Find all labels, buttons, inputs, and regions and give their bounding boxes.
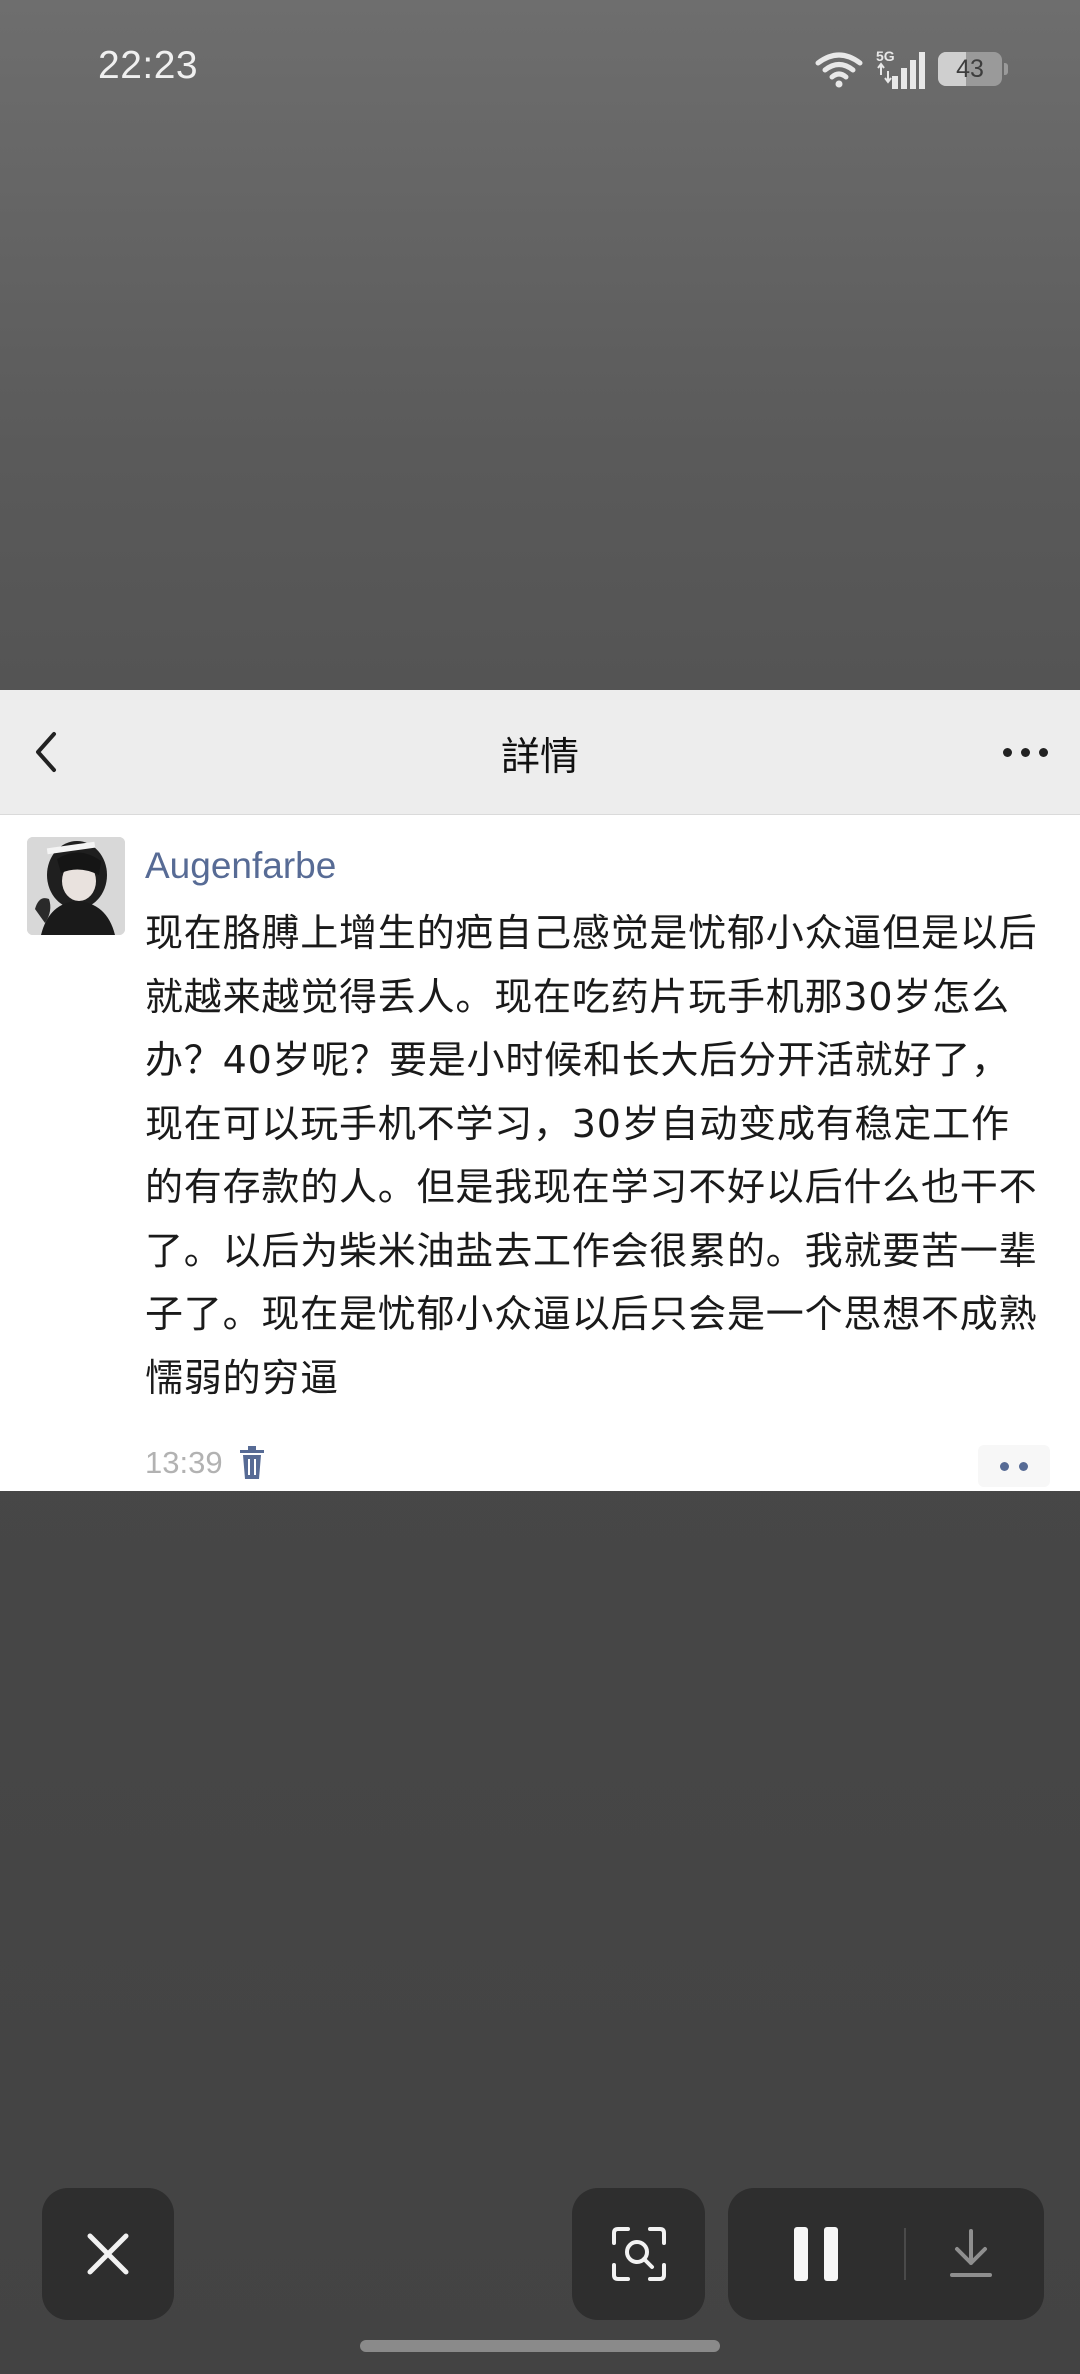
- more-dot: [1020, 747, 1030, 757]
- avatar-image: [27, 837, 125, 935]
- more-dot: [1038, 747, 1048, 757]
- battery-icon: 43: [938, 52, 1008, 86]
- scan-search-icon: [611, 2227, 666, 2281]
- screen-recording-overlay: 22:23 5G 43 詳情 Augenfarbe 现在胳膊上增生的疤自己感觉是…: [0, 0, 1080, 2374]
- wifi-icon: [815, 52, 863, 88]
- cellular-signal-icon: 5G: [876, 48, 925, 89]
- pause-button[interactable]: [728, 2188, 904, 2320]
- nav-header: 詳情: [0, 690, 1080, 815]
- comment-button[interactable]: [978, 1445, 1050, 1487]
- close-icon: [87, 2233, 129, 2275]
- scan-button[interactable]: [572, 2188, 705, 2320]
- status-time: 22:23: [98, 44, 199, 87]
- post-meta: 13:39: [145, 1445, 267, 1481]
- post-content: Augenfarbe 现在胳膊上增生的疤自己感觉是忧郁小众逼但是以后就越来越觉得…: [0, 815, 1080, 1491]
- post-text: 现在胳膊上增生的疤自己感觉是忧郁小众逼但是以后就越来越觉得丢人。现在吃药片玩手机…: [145, 911, 1038, 1400]
- post-time: 13:39: [145, 1445, 223, 1480]
- pause-icon: [794, 2227, 838, 2281]
- home-indicator[interactable]: [360, 2340, 720, 2352]
- status-icons: 5G 43: [814, 44, 1008, 94]
- comment-dot: [1000, 1461, 1009, 1471]
- network-type: 5G: [876, 48, 895, 64]
- more-options-button[interactable]: [990, 730, 1060, 774]
- trash-icon[interactable]: [237, 1446, 267, 1480]
- download-button[interactable]: [906, 2188, 1036, 2320]
- close-button[interactable]: [42, 2188, 174, 2320]
- author-name[interactable]: Augenfarbe: [145, 845, 336, 887]
- more-dot: [1002, 747, 1012, 757]
- battery-level: 43: [956, 54, 984, 83]
- avatar[interactable]: [27, 837, 125, 935]
- page-title: 詳情: [500, 735, 579, 780]
- comment-dot: [1019, 1461, 1028, 1471]
- recording-controls: [728, 2188, 1044, 2320]
- post-detail-card: 詳情 Augenfarbe 现在胳膊上增生的疤自己感觉是忧郁小众逼但是以后就越来…: [0, 690, 1080, 1491]
- download-icon: [950, 2229, 992, 2277]
